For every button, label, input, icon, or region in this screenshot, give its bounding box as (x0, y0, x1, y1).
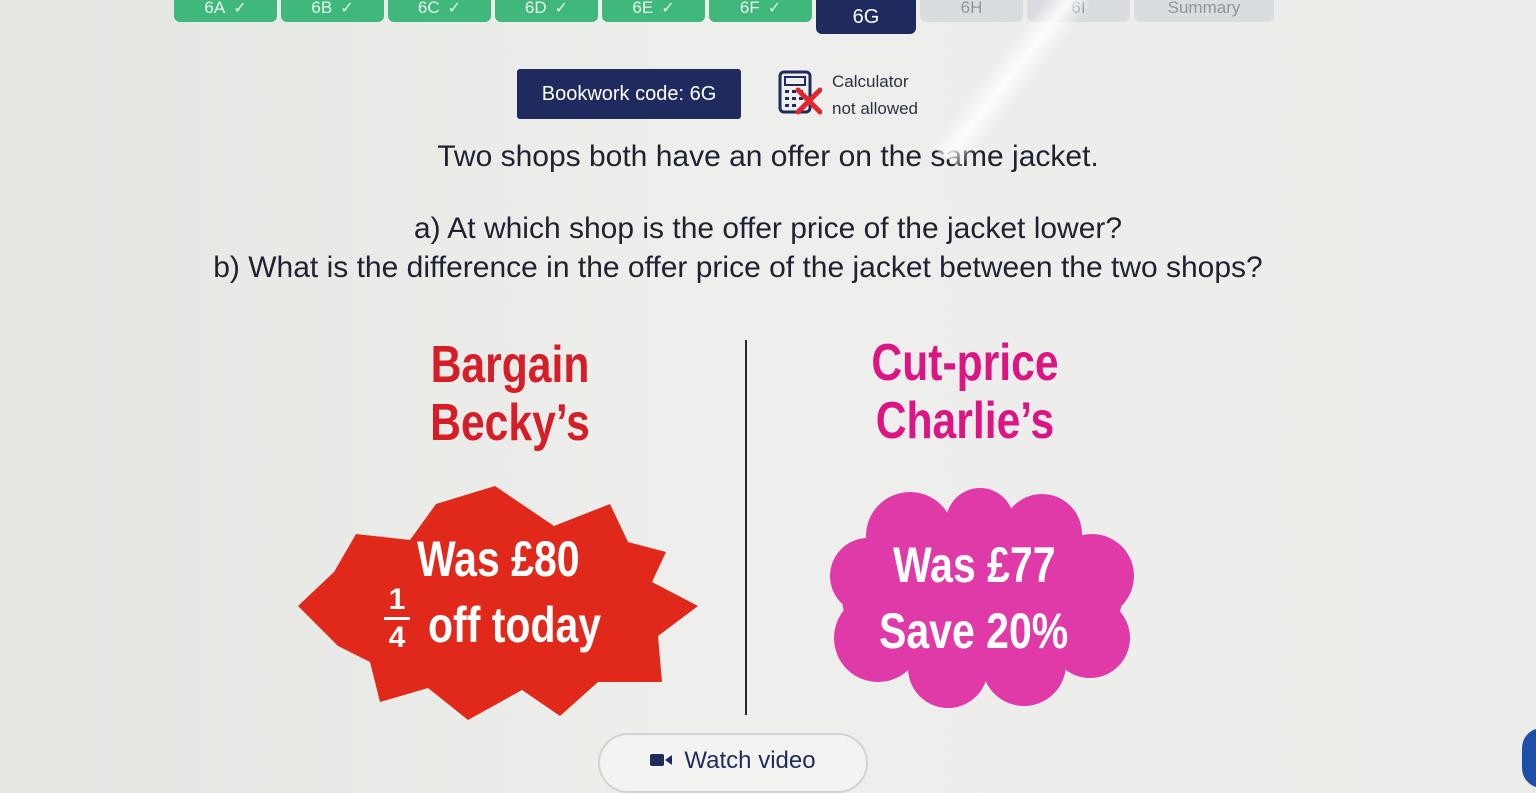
calculator-not-allowed-icon (778, 70, 822, 115)
tab-label: 6C (417, 0, 440, 17)
check-icon: ✓ (767, 0, 782, 17)
tab-6d[interactable]: 6D ✓ (495, 0, 598, 22)
tab-summary[interactable]: Summary (1134, 0, 1274, 22)
video-camera-icon (650, 754, 673, 766)
check-icon: ✓ (554, 0, 569, 17)
tab-label: 6A (204, 0, 226, 17)
tab-6a[interactable]: 6A ✓ (174, 0, 277, 22)
becky-fraction: 1 4 (384, 584, 410, 654)
question-intro: Two shops both have an offer on the same… (437, 140, 1099, 173)
shop-name-line: Cut-price (871, 334, 1059, 392)
charlie-offer-text: Save 20% (879, 603, 1069, 659)
fraction-denominator: 4 (388, 621, 406, 654)
fraction-numerator: 1 (388, 583, 406, 616)
becky-was-price: Was £80 (417, 531, 580, 587)
charlie-was-price: Was £77 (893, 537, 1056, 593)
task-tabs: 6A✓ 6B✓ 6C✓ 6D✓ 6E✓ 6F✓ 6G 6H 6I Summary (174, 0, 1274, 34)
shop-name-line: Becky’s (430, 394, 590, 452)
tab-label: 6E (632, 0, 654, 17)
check-icon: ✓ (340, 0, 354, 17)
shop-name-line: Bargain (430, 336, 590, 394)
bookwork-code-label: Bookwork code: 6G (541, 82, 717, 105)
tab-6c[interactable]: 6C ✓ (388, 0, 491, 22)
corner-action-button[interactable] (1522, 728, 1536, 788)
calculator-status: Calculator not allowed (832, 68, 918, 122)
becky-offer-text: off today (428, 597, 602, 653)
calculator-permission: not allowed (832, 99, 919, 118)
calculator-label: Calculator (832, 72, 909, 91)
bookwork-code-badge: Bookwork code: 6G (517, 69, 741, 119)
charlie-offer-cloud (830, 488, 1134, 708)
tab-label: 6G (852, 5, 880, 28)
check-icon: ✓ (233, 0, 247, 17)
shop-name-becky: Bargain Becky’s (403, 336, 616, 452)
question-part-b: b) What is the difference in the offer p… (213, 251, 1263, 284)
question-part-a: a) At which shop is the offer price of t… (413, 212, 1123, 245)
tab-6b[interactable]: 6B ✓ (281, 0, 384, 22)
watch-video-button[interactable]: Watch video (598, 733, 868, 793)
tab-label: 6F (739, 0, 760, 17)
shop-name-charlie: Cut-price Charlie’s (854, 334, 1075, 450)
shop-divider (745, 340, 747, 715)
check-icon: ✓ (661, 0, 675, 17)
tab-6e[interactable]: 6E ✓ (602, 0, 705, 22)
tab-6g[interactable]: 6G (816, 0, 916, 34)
check-icon: ✓ (447, 0, 462, 17)
tab-label: Summary (1167, 0, 1241, 17)
tab-label: 6B (311, 0, 333, 17)
tab-label: 6D (524, 0, 547, 17)
shop-name-line: Charlie’s (875, 392, 1055, 450)
watch-video-label: Watch video (684, 747, 816, 774)
tab-6h[interactable]: 6H (920, 0, 1023, 22)
tab-label: 6H (960, 0, 983, 17)
tab-6f[interactable]: 6F ✓ (709, 0, 812, 22)
